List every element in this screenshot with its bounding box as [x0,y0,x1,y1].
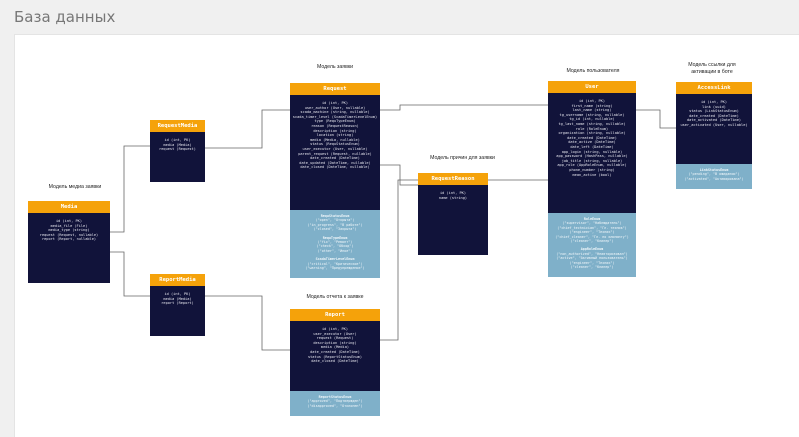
entity-title: Request [290,83,380,95]
field-list: id (int, PK) name (string) [418,185,488,255]
enum-block: AppRoleEnum ("non_authorized", "Неавториз… [550,247,634,269]
enum-block: ScadaTimerLevelEnum ("critical", "Критиче… [292,257,378,270]
field-row: report (Report, nullable) [41,237,97,242]
enum-section: RoleEnum ("supervisor", "Наблюдатель") ("c… [548,213,636,278]
entity-title: RequestMedia [150,120,205,132]
enum-value: ("cleaner", "Клинер") [570,265,614,270]
field-row: request (Request) [159,147,196,152]
field-row: user_executor (User, nullable) [302,146,368,151]
entity-title: ReportMedia [150,274,205,286]
entity-report[interactable]: Report id (int, PK) user_executor (User) re… [290,309,380,417]
enum-value: ("warning", "Предупреждение") [305,266,365,271]
field-list: id (int, PK) media_file (File) media_type … [28,213,110,283]
caption-media: Модель медиа заявки [48,184,102,190]
enum-section: LinkStatusEnum ("pending", "В ожидании")(… [676,164,752,190]
enum-value: ("other", "Иное") [317,248,353,253]
enum-block: ReportStatusEnum ("approved", "Подтвержде… [292,395,378,408]
field-row: date_closed (DateTime) [311,359,359,364]
enum-value: ("activated", "Активирована") [684,176,744,181]
caption-report: Модель отчета к заявке [306,294,364,300]
entity-report-media[interactable]: ReportMedia id (int, PK) media (Media) repo… [150,274,205,336]
enum-value: ("cleaner", "Клинер") [570,239,614,244]
entity-title: Media [28,201,110,213]
field-row: date_closed (DateTime, nullable) [300,165,370,170]
page-title: База данных [14,8,116,26]
enum-block: RequStatusEnum ("open", "Открыта") ("in_pr… [292,214,378,232]
field-list: id (int, PK) media (Media) request (Reques… [150,132,205,182]
enum-value: ("closed", "Закрыта") [313,227,357,232]
field-list: id (int, PK) user_author (User, nullable)… [290,95,380,210]
enum-value: ("active", "Активный пользователь") [556,256,628,261]
enum-block: RoleEnum ("supervisor", "Наблюдатель") ("c… [550,217,634,243]
field-list: id (int, PK) user_executor (User) request … [290,321,380,391]
field-row: mean_active (bool) [572,172,612,177]
caption-reason: Модель причин для заявки [430,155,495,161]
enum-value: ("disapproved", "Отклонен") [307,403,363,408]
entity-title: User [548,81,636,93]
entity-title: AccessLink [676,82,752,94]
field-row: report (Report) [161,301,194,306]
entity-user[interactable]: User id (int, PK) first_name (string) last_… [548,81,636,278]
entity-request[interactable]: Request id (int, PK) user_author (User, nu… [290,83,380,279]
caption-request: Модель заявки [316,64,354,70]
enum-block: LinkStatusEnum ("pending", "В ожидании")(… [678,168,750,181]
field-list: id (int, PK) link (uuid) status (LinkStatu… [676,94,752,164]
field-list: id (int, PK) first_name (string) last_name… [548,93,636,213]
enum-section: ReportStatusEnum ("approved", "Подтвержде… [290,391,380,417]
entity-access-link[interactable]: AccessLink id (int, PK) link (uuid) status … [676,82,752,190]
enum-block: RequTypeEnum ("fix", "Ремонт") ("check", "… [292,236,378,254]
field-row: name (string) [438,195,468,200]
field-list: id (int, PK) media (Media) report (Report) [150,286,205,336]
field-row: user_activated (User, nullable) [680,122,748,127]
field-row: tg_last_name (string, nullable) [558,121,626,126]
entity-title: RequestReason [418,173,488,185]
enum-section: RequStatusEnum ("open", "Открыта") ("in_pr… [290,210,380,279]
entity-request-reason[interactable]: RequestReason id (int, PK) name (string) [418,173,488,255]
entity-request-media[interactable]: RequestMedia id (int, PK) media (Media) req… [150,120,205,182]
entity-media[interactable]: Media id (int, PK) media_file (File) media_… [28,201,110,283]
entity-title: Report [290,309,380,321]
caption-user: Модель пользователя [566,68,620,74]
caption-access: Модель ссылки для активации в боте [688,62,736,75]
